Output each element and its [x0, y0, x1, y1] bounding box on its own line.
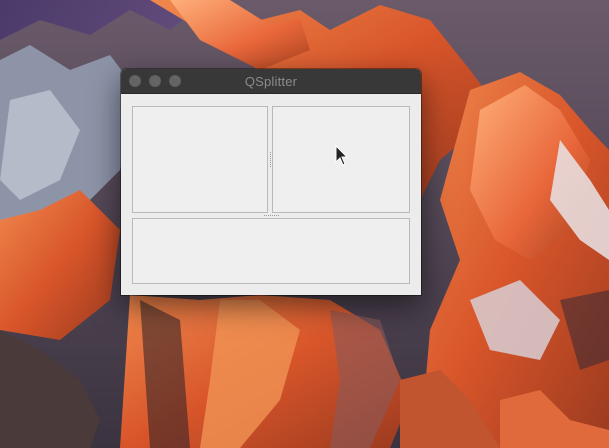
pane-top-left: [132, 106, 268, 213]
splitter-grip-icon: [264, 215, 279, 216]
arrow-pointer-icon: [335, 145, 349, 166]
window-content: [121, 94, 421, 295]
qsplitter-window[interactable]: QSplitter: [121, 69, 421, 295]
splitter-grip-icon: [269, 152, 271, 167]
window-title: QSplitter: [244, 74, 298, 89]
window-titlebar[interactable]: QSplitter: [121, 69, 421, 94]
pane-bottom: [132, 218, 410, 284]
